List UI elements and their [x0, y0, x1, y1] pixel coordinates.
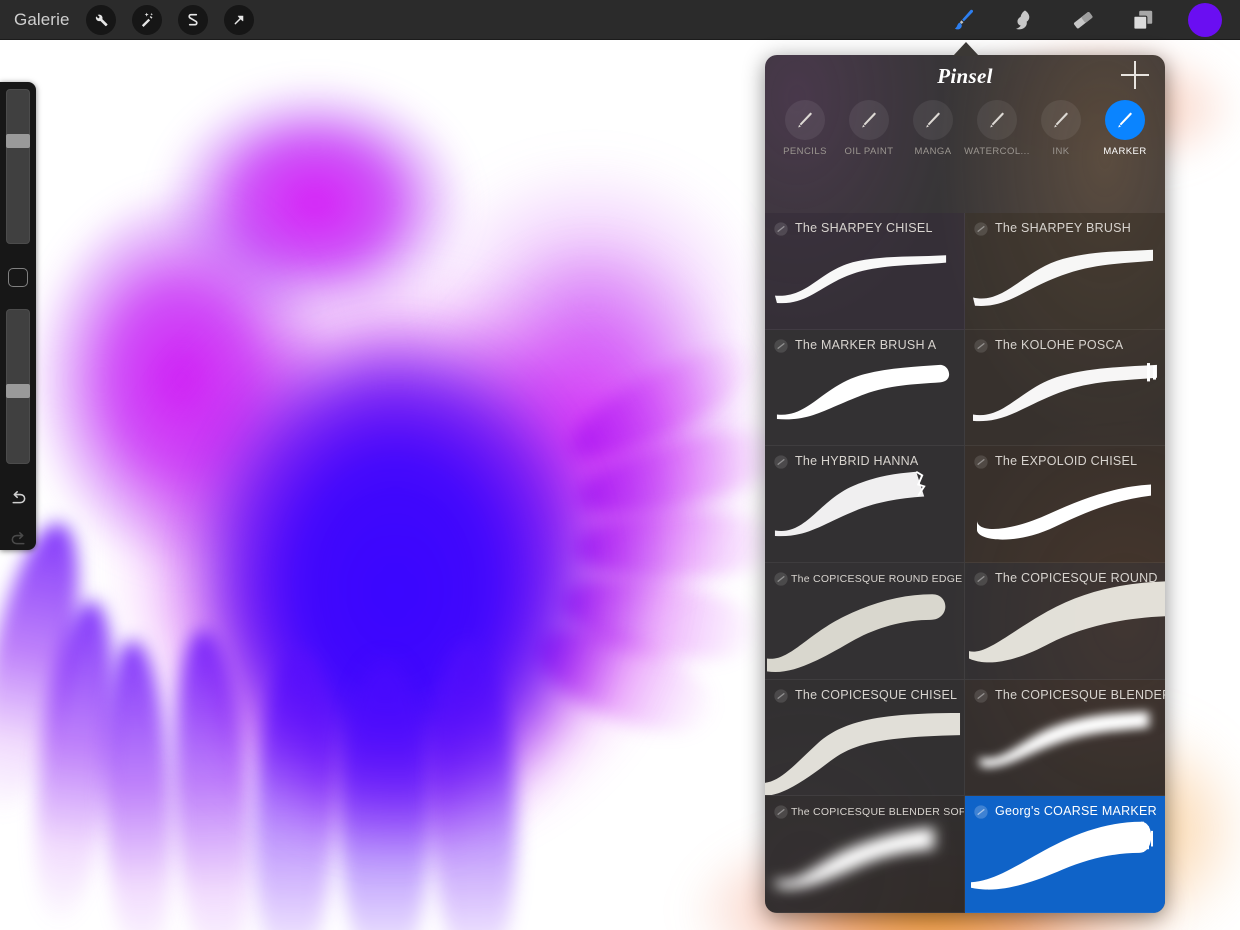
- brush-name: The HYBRID HANNA: [795, 454, 919, 469]
- brush-name: The COPICESQUE ROUND: [995, 570, 1158, 585]
- category-pencils[interactable]: PENCILS: [779, 100, 831, 157]
- category-label: PENCILS: [783, 146, 827, 157]
- brush-size-slider-knob[interactable]: [6, 134, 30, 148]
- locked-brush-icon: [774, 688, 788, 703]
- locked-brush-icon: [974, 572, 988, 586]
- brush-stroke-icon: [1041, 100, 1081, 140]
- category-marker[interactable]: MARKER: [1099, 100, 1151, 157]
- category-label: MARKER: [1103, 146, 1147, 157]
- brush-stroke-icon: [849, 100, 889, 140]
- undo-redo-group: [8, 488, 29, 550]
- toolbar-left-group: [85, 4, 254, 35]
- brush-item[interactable]: The MARKER BRUSH A: [765, 329, 965, 447]
- brush-item[interactable]: The SHARPEY CHISEL: [765, 213, 965, 330]
- category-oil-paint[interactable]: OIL PAINT: [843, 100, 895, 157]
- brush-item[interactable]: The EXPOLOID CHISEL: [965, 446, 1165, 563]
- layers-icon[interactable]: [1128, 5, 1158, 35]
- brush-stroke-icon: [913, 100, 953, 140]
- brush-item[interactable]: The COPICESQUE ROUND EDGE: [765, 562, 965, 680]
- brush-name: The COPICESQUE ROUND EDGE: [791, 572, 963, 585]
- brush-item[interactable]: The HYBRID HANNA: [765, 446, 965, 563]
- brush-icon[interactable]: [948, 5, 978, 35]
- eraser-icon[interactable]: [1068, 5, 1098, 35]
- locked-brush-icon: [774, 338, 788, 353]
- brush-item[interactable]: The COPICESQUE BLENDER SOFT: [765, 796, 965, 913]
- undo-icon[interactable]: [8, 488, 29, 509]
- locked-brush-icon: [974, 805, 988, 819]
- top-toolbar: Galerie: [0, 0, 1240, 40]
- category-ink[interactable]: INK: [1035, 100, 1087, 157]
- procreate-app: Galerie Pinsel PENCILS OIL PAINT MANGA W…: [0, 0, 1240, 930]
- add-brush-button[interactable]: [1121, 61, 1149, 89]
- locked-brush-icon: [974, 455, 988, 469]
- brush-item[interactable]: The SHARPEY BRUSH: [965, 213, 1165, 330]
- brush-name: The KOLOHE POSCA: [995, 337, 1124, 352]
- locked-brush-icon: [774, 572, 788, 586]
- category-label: MANGA: [914, 146, 952, 157]
- locked-brush-icon: [774, 222, 788, 236]
- left-sidebar: [0, 82, 36, 550]
- brush-name: The COPICESQUE CHISEL: [795, 687, 958, 702]
- opacity-slider[interactable]: [6, 309, 30, 465]
- brush-list: The SHARPEY CHISEL The SHARPEY BRUSH The…: [765, 213, 1165, 913]
- brush-stroke-icon: [977, 100, 1017, 140]
- smudge-icon[interactable]: [1008, 5, 1038, 35]
- brush-name: The SHARPEY CHISEL: [795, 221, 933, 235]
- panel-title: Pinsel: [937, 64, 993, 88]
- redo-icon[interactable]: [8, 529, 29, 550]
- modify-button[interactable]: [8, 267, 28, 288]
- category-label: WATERCOL...: [964, 146, 1030, 157]
- color-swatch[interactable]: [1188, 2, 1222, 37]
- panel-pointer: [953, 42, 979, 56]
- brush-name: The COPICESQUE BLENDER: [995, 687, 1165, 702]
- brush-size-slider[interactable]: [6, 89, 30, 244]
- locked-brush-icon: [974, 688, 988, 703]
- category-label: OIL PAINT: [844, 146, 894, 157]
- gallery-button[interactable]: Galerie: [14, 10, 70, 30]
- brush-item[interactable]: The COPICESQUE BLENDER: [965, 679, 1165, 797]
- brush-item[interactable]: The COPICESQUE ROUND: [965, 562, 1165, 680]
- opacity-slider-knob[interactable]: [6, 384, 30, 399]
- brush-item-selected[interactable]: Georg's COARSE MARKER: [965, 796, 1165, 913]
- brush-library-panel: Pinsel PENCILS OIL PAINT MANGA WATERCOL.…: [765, 55, 1165, 913]
- brush-panel-header: Pinsel: [765, 55, 1165, 100]
- magic-wand-icon[interactable]: [131, 4, 162, 35]
- transform-icon[interactable]: [223, 4, 254, 35]
- brush-item[interactable]: The COPICESQUE CHISEL: [765, 679, 965, 797]
- category-manga[interactable]: MANGA: [907, 100, 959, 157]
- brush-name: The COPICESQUE BLENDER SOFT: [791, 806, 965, 819]
- category-label: INK: [1052, 146, 1070, 157]
- locked-brush-icon: [974, 222, 988, 236]
- brush-name: The EXPOLOID CHISEL: [995, 454, 1138, 469]
- brush-category-tabs: PENCILS OIL PAINT MANGA WATERCOL... INK …: [765, 100, 1165, 160]
- brush-stroke-icon: [1105, 100, 1145, 140]
- brush-name: The SHARPEY BRUSH: [995, 221, 1132, 235]
- brush-name: The MARKER BRUSH A: [795, 337, 937, 352]
- locked-brush-icon: [974, 338, 988, 353]
- brush-stroke-icon: [785, 100, 825, 140]
- toolbar-right-group: [948, 2, 1222, 37]
- wrench-icon[interactable]: [85, 4, 116, 35]
- locked-brush-icon: [774, 805, 788, 819]
- brush-item[interactable]: The KOLOHE POSCA: [965, 329, 1165, 447]
- locked-brush-icon: [774, 455, 788, 469]
- brush-name: Georg's COARSE MARKER: [995, 804, 1157, 819]
- category-watercolor[interactable]: WATERCOL...: [964, 100, 1029, 157]
- selection-icon[interactable]: [177, 4, 208, 35]
